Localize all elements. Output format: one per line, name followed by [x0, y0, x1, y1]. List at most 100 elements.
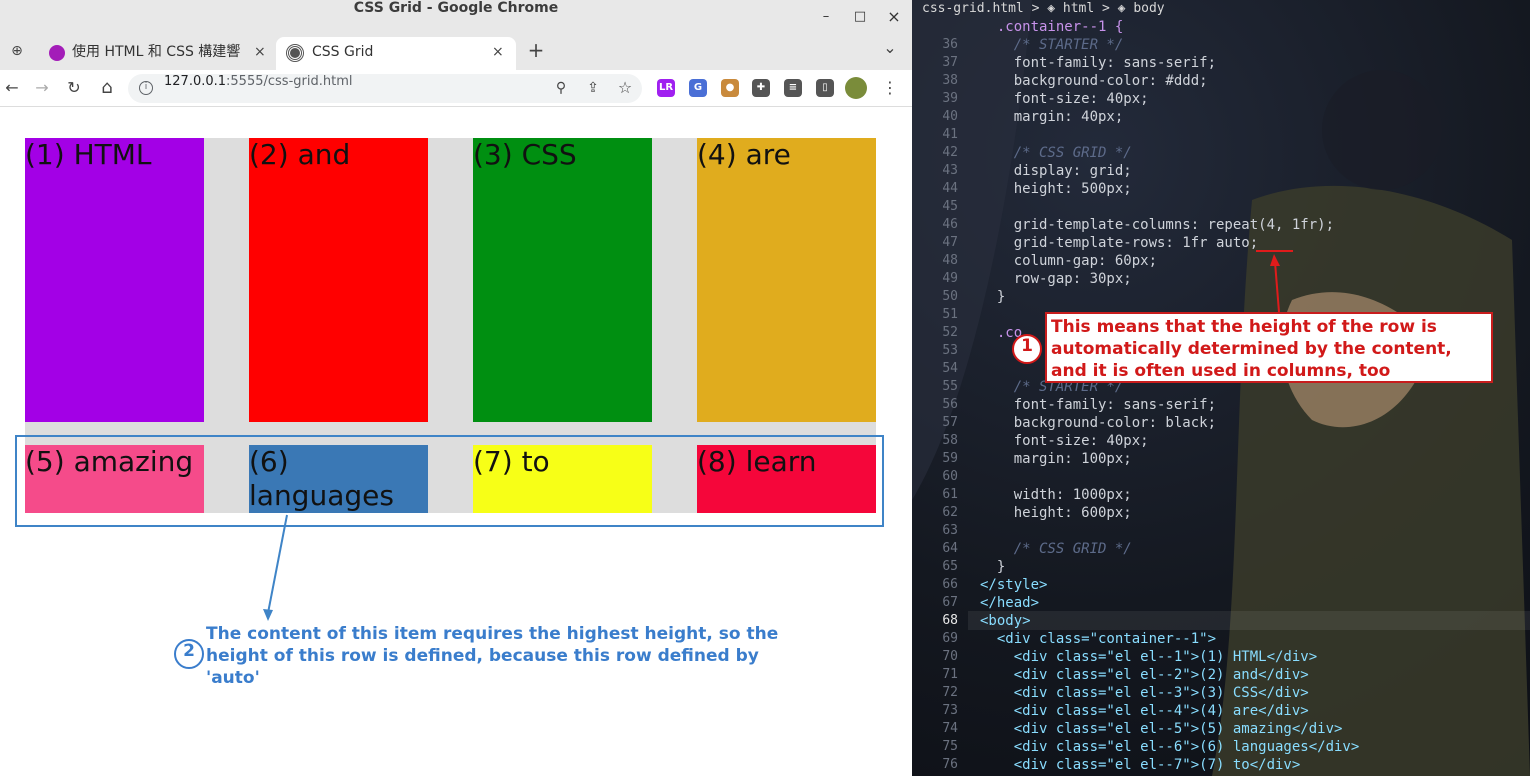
share-icon[interactable]: ⇪: [581, 76, 605, 100]
code-line[interactable]: font-size: 40px;: [980, 432, 1149, 450]
line-number: 66: [942, 577, 958, 592]
minimize-button[interactable]: –: [816, 0, 836, 34]
line-number: 61: [942, 487, 958, 502]
url-path: :5555/css-grid.html: [226, 74, 353, 89]
back-button[interactable]: ←: [0, 76, 24, 100]
line-number: 73: [942, 703, 958, 718]
code-line[interactable]: <div class="el el--5">(5) amazing</div>: [980, 720, 1343, 738]
window-title: CSS Grid - Google Chrome: [353, 0, 559, 16]
tab-group-icon[interactable]: ⊕: [5, 39, 29, 63]
maximize-button[interactable]: □: [850, 0, 870, 34]
code-line[interactable]: /* CSS GRID */: [980, 540, 1132, 558]
code-line[interactable]: row-gap: 30px;: [980, 270, 1132, 288]
tab-inactive[interactable]: 使用 HTML 和 CSS 構建響應 ×: [40, 37, 272, 70]
line-number: 47: [942, 235, 958, 250]
line-number: 37: [942, 55, 958, 70]
line-number: 53: [942, 343, 958, 358]
code-line[interactable]: grid-template-rows: 1fr auto;: [980, 234, 1258, 252]
code-line[interactable]: /* STARTER */: [980, 36, 1124, 54]
line-number: 68: [942, 613, 958, 628]
sidepanel-icon[interactable]: ▯: [816, 79, 834, 97]
line-number: 64: [942, 541, 958, 556]
code-line[interactable]: display: grid;: [980, 162, 1132, 180]
line-number: 69: [942, 631, 958, 646]
line-number: 54: [942, 361, 958, 376]
line-number: 57: [942, 415, 958, 430]
playlist-extension-icon[interactable]: ≡: [784, 79, 802, 97]
line-number: 70: [942, 649, 958, 664]
code-line[interactable]: background-color: black;: [980, 414, 1216, 432]
new-tab-button[interactable]: +: [524, 38, 548, 62]
code-line[interactable]: /* CSS GRID */: [980, 144, 1132, 162]
line-number: 56: [942, 397, 958, 412]
forward-button[interactable]: →: [30, 76, 54, 100]
code-line[interactable]: }: [980, 558, 1005, 576]
tab-close-icon[interactable]: ×: [492, 37, 504, 67]
site-info-icon[interactable]: i: [139, 81, 153, 95]
code-line[interactable]: }: [980, 288, 1005, 306]
url-host: 127.0.0.1: [164, 74, 227, 89]
url-text[interactable]: 127.0.0.1:5555/css-grid.html: [164, 74, 352, 89]
code-line[interactable]: <div class="el el--4">(4) are</div>: [980, 702, 1309, 720]
line-number: 51: [942, 307, 958, 322]
code-line[interactable]: <body>: [980, 612, 1031, 630]
bookmark-star-icon[interactable]: ☆: [613, 76, 637, 100]
puzzle-extension-icon[interactable]: ✚: [752, 79, 770, 97]
code-line[interactable]: margin: 100px;: [980, 450, 1132, 468]
line-number: 58: [942, 433, 958, 448]
line-number: 59: [942, 451, 958, 466]
code-line[interactable]: background-color: #ddd;: [980, 72, 1208, 90]
line-number: 43: [942, 163, 958, 178]
code-line[interactable]: height: 500px;: [980, 180, 1132, 198]
browser-window: CSS Grid - Google Chrome – □ × ⊕ 使用 HTML…: [0, 0, 912, 776]
title-bar: CSS Grid - Google Chrome – □ ×: [0, 0, 912, 34]
browser-toolbar: ← → ↻ ⌂ i 127.0.0.1:5555/css-grid.html ⚲…: [0, 70, 912, 107]
code-line[interactable]: font-family: sans-serif;: [980, 396, 1216, 414]
code-line[interactable]: <div class="container--1">: [980, 630, 1216, 648]
udemy-favicon-icon: [49, 45, 65, 61]
code-line[interactable]: </style>: [980, 576, 1047, 594]
tab-close-icon[interactable]: ×: [254, 37, 266, 67]
code-line[interactable]: margin: 40px;: [980, 108, 1124, 126]
code-line[interactable]: <div class="el el--2">(2) and</div>: [980, 666, 1309, 684]
current-line-highlight: [968, 611, 1530, 630]
zoom-icon[interactable]: ⚲: [549, 76, 573, 100]
code-line[interactable]: </head>: [980, 594, 1039, 612]
line-number: 52: [942, 325, 958, 340]
code-line[interactable]: <div class="el el--6">(6) languages</div…: [980, 738, 1360, 756]
code-line[interactable]: font-size: 40px;: [980, 90, 1149, 108]
line-number: 67: [942, 595, 958, 610]
close-window-button[interactable]: ×: [884, 0, 904, 34]
tab-title: CSS Grid: [312, 44, 374, 60]
address-bar[interactable]: i 127.0.0.1:5555/css-grid.html ⚲ ⇪ ☆: [128, 74, 642, 103]
code-line[interactable]: width: 1000px;: [980, 486, 1132, 504]
code-editor: css-grid.html > ◈ html > ◈ body .contain…: [912, 0, 1530, 776]
tab-search-button[interactable]: ⌄: [878, 36, 902, 60]
chrome-menu-button[interactable]: ⋮: [878, 76, 902, 100]
code-line[interactable]: <div class="el el--1">(1) HTML</div>: [980, 648, 1317, 666]
tab-active[interactable]: CSS Grid ×: [276, 37, 516, 70]
code-line[interactable]: column-gap: 60px;: [980, 252, 1157, 270]
breadcrumb[interactable]: css-grid.html > ◈ html > ◈ body: [912, 0, 1530, 19]
code-line[interactable]: font-family: sans-serif;: [980, 54, 1216, 72]
profile-avatar[interactable]: [845, 77, 867, 99]
line-number: 74: [942, 721, 958, 736]
line-number: 71: [942, 667, 958, 682]
code-line[interactable]: <div class="el el--7">(7) to</div>: [980, 756, 1301, 774]
code-line[interactable]: height: 600px;: [980, 504, 1132, 522]
lr-extension-icon[interactable]: LR: [657, 79, 675, 97]
annotation-note-2: The content of this item requires the hi…: [206, 624, 779, 688]
line-number: 38: [942, 73, 958, 88]
reload-button[interactable]: ↻: [62, 76, 86, 100]
line-number: 49: [942, 271, 958, 286]
code-line[interactable]: grid-template-columns: repeat(4, 1fr);: [980, 216, 1334, 234]
line-number: 39: [942, 91, 958, 106]
code-line[interactable]: .container--1 {: [980, 18, 1123, 36]
line-number: 60: [942, 469, 958, 484]
cookie-extension-icon[interactable]: ●: [721, 79, 739, 97]
code-line[interactable]: <div class="el el--3">(3) CSS</div>: [980, 684, 1309, 702]
home-button[interactable]: ⌂: [95, 76, 119, 100]
translate-extension-icon[interactable]: G: [689, 79, 707, 97]
line-number: 55: [942, 379, 958, 394]
broadcast-favicon-icon: [287, 45, 303, 61]
